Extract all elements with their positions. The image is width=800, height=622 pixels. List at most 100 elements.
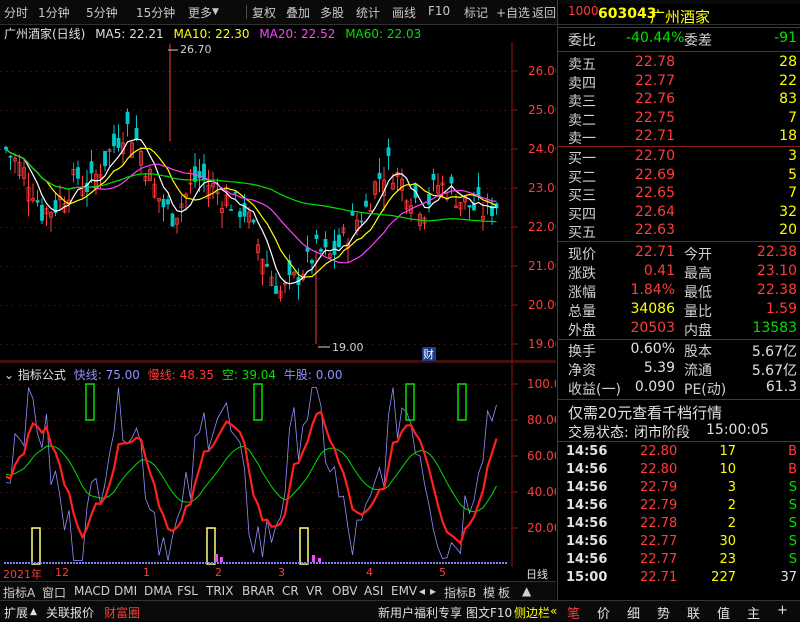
price-axis-label: 25.00 <box>528 103 556 117</box>
overlay-button[interactable]: 叠加 <box>286 4 310 21</box>
baseline-dot <box>25 562 27 564</box>
baseline-dot <box>121 562 123 564</box>
signal-box-bottom <box>31 527 41 565</box>
baseline-dot <box>475 562 477 564</box>
baseline-dot <box>376 562 378 564</box>
back-button[interactable]: 返回 <box>532 4 556 21</box>
mark-button[interactable]: 标记 <box>464 4 488 21</box>
baseline-dot <box>43 562 45 564</box>
baseline-dot <box>160 562 162 564</box>
tab-brar[interactable]: BRAR <box>242 584 275 598</box>
baseline-dot <box>94 562 96 564</box>
promo-link[interactable]: 仅需20元查看千档行情 <box>568 402 722 423</box>
bi-icon[interactable]: 笔 <box>567 603 580 622</box>
baseline-dot <box>223 562 225 564</box>
tab-window[interactable]: 窗口 <box>42 584 66 601</box>
sell-volume: 83 <box>779 91 797 107</box>
baseline-dot <box>319 562 321 564</box>
tick-time: 14:56 <box>566 552 608 567</box>
tab-board[interactable]: 板 <box>498 584 510 601</box>
baseline-dot <box>61 562 63 564</box>
stats-button[interactable]: 统计 <box>356 4 380 21</box>
plus-icon[interactable]: + <box>777 603 788 618</box>
buy-row: 买三 22.65 7 <box>558 185 800 205</box>
tab-macd[interactable]: MACD <box>74 584 110 598</box>
date-label: 2 <box>215 566 222 579</box>
tick-time: 14:56 <box>566 516 608 531</box>
baseline-dot <box>22 562 24 564</box>
buy-row: 买五 22.63 20 <box>558 222 800 242</box>
baseline-dot <box>211 562 213 564</box>
indicator-chart[interactable]: 100.00 80.00 60.00 40.00 20.00 <box>0 362 556 567</box>
stat-row: 换手 0.60% 股本 5.67亿 <box>558 341 800 361</box>
finance-marker[interactable]: 财 <box>423 347 434 361</box>
indicator-name[interactable]: 指标公式 <box>18 368 66 382</box>
period-label[interactable]: 日线 <box>526 566 548 582</box>
extend-button[interactable]: 扩展 <box>4 604 28 621</box>
multi-stock-button[interactable]: 多股 <box>320 4 344 21</box>
baseline-dot <box>472 562 474 564</box>
adjust-button[interactable]: 复权 <box>252 4 276 21</box>
baseline-dot <box>355 562 357 564</box>
candle-body <box>134 128 139 140</box>
5min-button[interactable]: 5分钟 <box>86 4 118 21</box>
kline-chart[interactable]: 26.00 25.00 24.00 23.00 22.00 21.00 20.00 19.00… <box>0 42 556 362</box>
tab-indicator-b[interactable]: 指标B <box>444 584 476 601</box>
f10-button[interactable]: F10 <box>428 4 450 18</box>
indicator-axis-label: 80.00 <box>527 413 556 427</box>
1min-button[interactable]: 1分钟 <box>38 4 70 21</box>
more-button[interactable]: 更多 <box>188 4 212 21</box>
tab-vr[interactable]: VR <box>306 584 323 598</box>
minute-chart-button[interactable]: 分时 <box>4 4 28 21</box>
bull-label: 牛股: 0.00 <box>283 368 343 382</box>
f10-graphic-button[interactable]: 图文F10 <box>466 604 512 621</box>
indicator-dropdown-icon[interactable]: ⌄ <box>4 368 14 382</box>
baseline-dot <box>151 562 153 564</box>
buy-row: 买四 22.64 32 <box>558 204 800 224</box>
draw-line-button[interactable]: 画线 <box>392 4 416 21</box>
tab-indicator-a[interactable]: 指标A <box>3 584 35 601</box>
tab-dmi[interactable]: DMI <box>114 584 137 598</box>
wealth-circle-button[interactable]: 财富圈 <box>104 604 140 621</box>
add-watchlist-button[interactable]: +自选 <box>496 4 530 21</box>
15min-button[interactable]: 15分钟 <box>136 4 175 21</box>
candle-body <box>125 111 130 125</box>
candle-body <box>103 150 107 167</box>
baseline-dot <box>481 562 483 564</box>
sidebar-button[interactable]: 侧边栏 <box>514 604 550 621</box>
baseline-dot <box>478 562 480 564</box>
new-user-benefit-link[interactable]: 新用户福利专享 <box>378 604 462 621</box>
tab-emv[interactable]: EMV <box>391 584 417 598</box>
zhi-icon[interactable]: 值 <box>717 603 730 622</box>
tab-asi[interactable]: ASI <box>364 584 383 598</box>
baseline-dot <box>46 562 48 564</box>
jia-icon[interactable]: 价 <box>597 603 610 622</box>
extend-arrow-icon[interactable]: ▲ <box>30 607 37 617</box>
tab-dma[interactable]: DMA <box>144 584 172 598</box>
baseline-dot <box>502 562 504 564</box>
tick-volume: 3 <box>727 480 736 495</box>
candle-body <box>350 211 355 216</box>
stat-label: 最高 <box>684 266 712 282</box>
tab-obv[interactable]: OBV <box>332 584 358 598</box>
baseline-dot <box>241 562 243 564</box>
related-quote-button[interactable]: 关联报价 <box>46 604 94 621</box>
lian-icon[interactable]: 联 <box>687 603 700 622</box>
stat-row: 涨幅 1.84% 最低 22.38 <box>558 282 800 302</box>
tab-trix[interactable]: TRIX <box>206 584 233 598</box>
tab-scroll-right-icon[interactable]: ▸ <box>430 584 436 598</box>
more-dropdown-icon[interactable]: ▼ <box>212 7 219 17</box>
tab-fsl[interactable]: FSL <box>177 584 198 598</box>
shi-icon[interactable]: 势 <box>657 603 670 622</box>
xi-icon[interactable]: 细 <box>627 603 640 622</box>
tick-direction: B <box>788 444 797 459</box>
empty-label: 空: 39.04 <box>221 368 277 382</box>
tab-cr[interactable]: CR <box>282 584 299 598</box>
tab-template[interactable]: 模 <box>483 584 495 601</box>
tabs-more-icon[interactable]: ▲ <box>522 584 531 598</box>
zhu-icon[interactable]: 主 <box>747 603 760 622</box>
candle-body <box>89 161 94 174</box>
candle-body <box>314 234 319 239</box>
tab-scroll-left-icon[interactable]: ◂ <box>419 584 425 598</box>
baseline-dot <box>103 562 105 564</box>
